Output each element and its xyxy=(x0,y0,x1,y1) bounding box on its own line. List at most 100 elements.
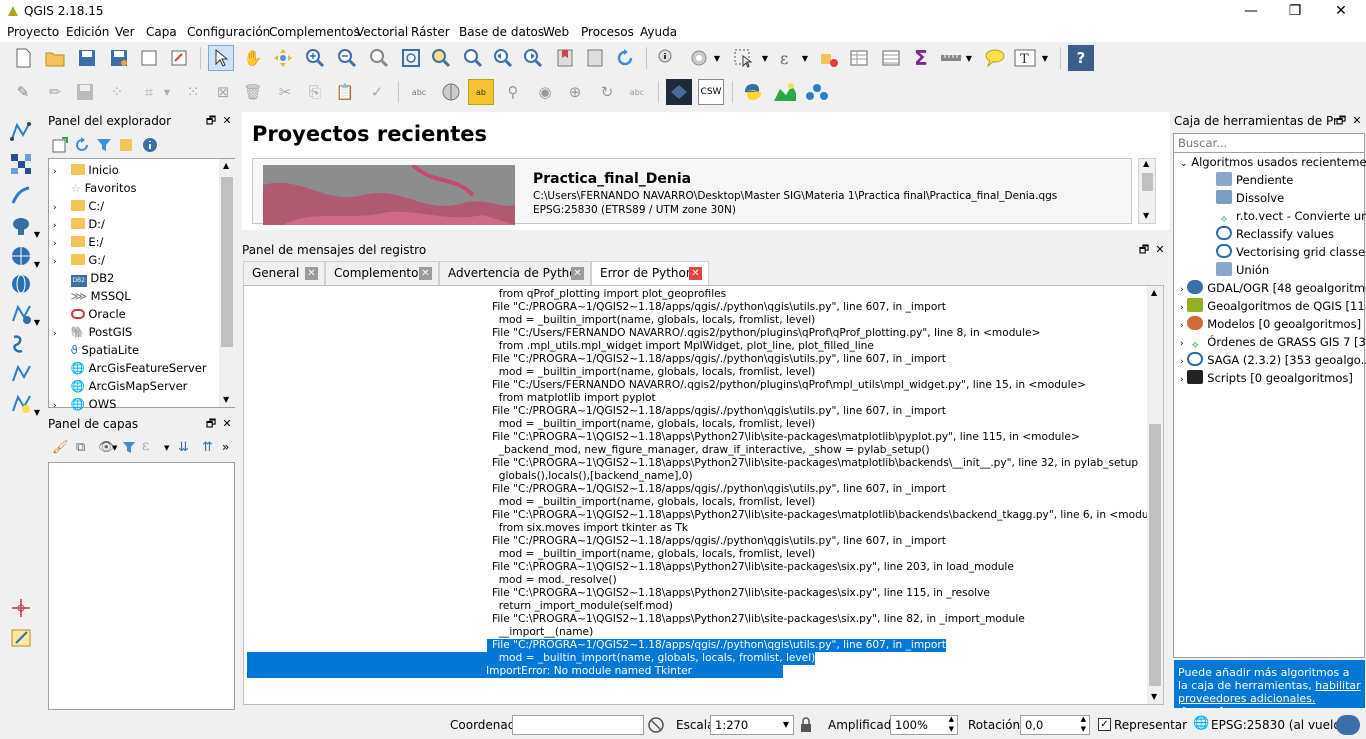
refresh-icon[interactable] xyxy=(612,45,638,71)
show-hide-labels-icon[interactable]: ◉ xyxy=(532,79,558,105)
stepper-icon[interactable]: ▲ ▼ xyxy=(1081,716,1086,734)
chevron-down-icon[interactable]: ▼ xyxy=(962,45,976,71)
browser-item-e[interactable]: › E:/ xyxy=(49,233,103,251)
provider-saga[interactable]: › SAGA (2.3.2) [353 geoalgo... xyxy=(1180,351,1366,369)
trash-icon[interactable]: 🗑 xyxy=(240,79,266,105)
scroll-down-icon[interactable]: ▼ xyxy=(1151,692,1157,701)
magnifier-spinbox[interactable]: 100% ▲ ▼ xyxy=(890,715,958,735)
add-delimited-text-icon[interactable] xyxy=(4,330,38,358)
identify-features-icon[interactable] xyxy=(654,45,680,71)
node-tool-icon[interactable]: ⁙ xyxy=(180,79,206,105)
label-abc-icon[interactable]: abc xyxy=(406,79,432,105)
save-project-icon[interactable] xyxy=(74,45,100,71)
open-project-icon[interactable] xyxy=(42,45,68,71)
collapse-all-icon[interactable]: ⇈ xyxy=(202,440,213,455)
statistical-summary-icon[interactable] xyxy=(878,45,904,71)
new-print-composer-icon[interactable] xyxy=(136,45,162,71)
new-project-icon[interactable] xyxy=(10,45,36,71)
scroll-up-icon[interactable]: ▲ xyxy=(1143,159,1149,168)
chevron-down-icon[interactable]: ▼ xyxy=(112,444,117,452)
close-panel-icon[interactable]: ✕ xyxy=(220,114,234,128)
select-arrow-icon[interactable] xyxy=(208,45,234,71)
coordinate-capture-icon[interactable] xyxy=(4,594,38,622)
float-panel-icon[interactable]: 🗗 xyxy=(204,417,218,431)
close-tab-icon[interactable]: ✕ xyxy=(305,267,318,280)
profile-tool-icon[interactable] xyxy=(772,79,798,105)
browser-item-spatialite[interactable]: ϑ SpatiaLite xyxy=(49,341,139,359)
menu-edicion[interactable]: Edición xyxy=(66,25,109,39)
provider-gdal[interactable]: › GDAL/OGR [48 geoalgoritmos] xyxy=(1180,279,1366,297)
chevron-down-icon[interactable]: ▼ xyxy=(1038,45,1052,71)
minimize-button[interactable]: — xyxy=(1228,1,1274,21)
menu-configuracion[interactable]: Configuración xyxy=(187,25,270,39)
move-label-icon[interactable]: ⊕ xyxy=(562,79,588,105)
browser-item-favoritos[interactable]: ☆ Favoritos xyxy=(49,179,137,197)
deselect-all-icon[interactable] xyxy=(816,45,842,71)
lock-icon[interactable] xyxy=(799,717,813,733)
messages-icon[interactable] xyxy=(1336,715,1360,735)
paste-icon[interactable]: 📋 xyxy=(332,79,358,105)
new-bookmark-icon[interactable] xyxy=(552,45,578,71)
rotation-spinbox[interactable]: 0,0 ▲ ▼ xyxy=(1020,715,1090,735)
chevron-down-icon[interactable]: ▼ xyxy=(164,444,169,452)
browser-item-arcgismapserver[interactable]: 🌐 ArcGisMapServer xyxy=(49,377,188,395)
chevron-down-icon[interactable]: ▼ xyxy=(32,398,42,426)
menu-capa[interactable]: Capa xyxy=(146,25,177,39)
menu-ayuda[interactable]: Ayuda xyxy=(640,25,677,39)
scroll-down-icon[interactable]: ▼ xyxy=(1143,211,1149,220)
layer-labeling-icon[interactable]: ab xyxy=(468,79,494,105)
browser-item-postgis[interactable]: › 🐘 PostGIS xyxy=(49,323,132,341)
add-virtual-layer-icon[interactable] xyxy=(4,360,38,388)
browser-item-ows[interactable]: › 🌐 OWS xyxy=(49,395,116,413)
float-panel-icon[interactable]: 🗗 xyxy=(204,114,218,128)
algorithm-item[interactable]: Pendiente xyxy=(1216,171,1293,189)
chevron-down-icon[interactable]: ▼ xyxy=(710,45,724,71)
provider-grass[interactable]: › ⟡ Órdenes de GRASS GIS 7 [3... xyxy=(1180,333,1366,352)
close-window-button[interactable]: ✕ xyxy=(1318,1,1364,21)
change-label-icon[interactable]: abc xyxy=(624,79,650,105)
cut-icon[interactable]: ✂ xyxy=(272,79,298,105)
menu-ver[interactable]: Ver xyxy=(115,25,135,39)
menu-web[interactable]: Web xyxy=(543,25,569,39)
close-tab-icon[interactable]: ✕ xyxy=(571,267,584,280)
composer-manager-icon[interactable] xyxy=(166,45,192,71)
coordinate-input[interactable] xyxy=(512,715,644,735)
save-edits-icon[interactable] xyxy=(72,79,98,105)
info-icon[interactable] xyxy=(142,137,158,153)
filter-expression-icon[interactable]: ε xyxy=(142,438,149,454)
algorithm-item[interactable]: ⟡ r.to.vect - Convierte un... xyxy=(1216,207,1366,226)
python-console-icon[interactable] xyxy=(740,79,766,105)
filter-legend-icon[interactable] xyxy=(122,440,136,457)
recent-scrollbar[interactable]: ▲ ▼ xyxy=(1138,158,1156,224)
zoom-out-icon[interactable] xyxy=(334,45,360,71)
menu-procesos[interactable]: Procesos xyxy=(581,25,634,39)
zoom-last-icon[interactable] xyxy=(490,45,516,71)
show-bookmarks-icon[interactable] xyxy=(582,45,608,71)
zoom-native-icon[interactable] xyxy=(366,45,392,71)
open-attribute-table-icon[interactable] xyxy=(846,45,872,71)
toggle-extents-icon[interactable] xyxy=(647,716,665,734)
menu-vectorial[interactable]: Vectorial xyxy=(356,25,408,39)
browser-scrollbar[interactable]: ▲ ▼ xyxy=(219,159,235,407)
browser-item-c[interactable]: › C:/ xyxy=(49,197,104,215)
algorithm-item[interactable]: Unión xyxy=(1216,261,1269,279)
rotate-label-icon[interactable]: ↻ xyxy=(594,79,620,105)
close-panel-icon[interactable]: ✕ xyxy=(220,417,234,431)
digitize-options-icon[interactable]: ✓ xyxy=(364,79,390,105)
select-by-expression-icon[interactable]: ε xyxy=(774,45,800,71)
browser-item-db2[interactable]: DB2 DB2 xyxy=(49,269,114,287)
crs-globe-icon[interactable]: 🌐 xyxy=(1193,716,1209,731)
help-icon[interactable]: ? xyxy=(1068,45,1094,71)
pin-labels-icon[interactable]: ⚲ xyxy=(500,79,526,105)
chevron-down-icon[interactable]: ▼ xyxy=(798,45,812,71)
browser-item-arcgisfeatureserver[interactable]: 🌐 ArcGisFeatureServer xyxy=(49,359,207,377)
filter-icon[interactable] xyxy=(96,137,112,153)
recent-project-card[interactable]: Practica_final_Denia C:\Users\FERNANDO N… xyxy=(252,158,1132,225)
float-panel-icon[interactable]: 🗗 xyxy=(1137,243,1151,257)
zoom-in-icon[interactable] xyxy=(302,45,328,71)
measure-line-icon[interactable] xyxy=(938,45,964,71)
tab-complementos[interactable]: Complementos ✕ xyxy=(325,261,439,285)
toggle-editing-icon[interactable]: ✏ xyxy=(42,79,68,105)
algorithm-item[interactable]: Reclassify values xyxy=(1216,225,1334,243)
close-tab-icon[interactable]: ✕ xyxy=(419,267,432,280)
